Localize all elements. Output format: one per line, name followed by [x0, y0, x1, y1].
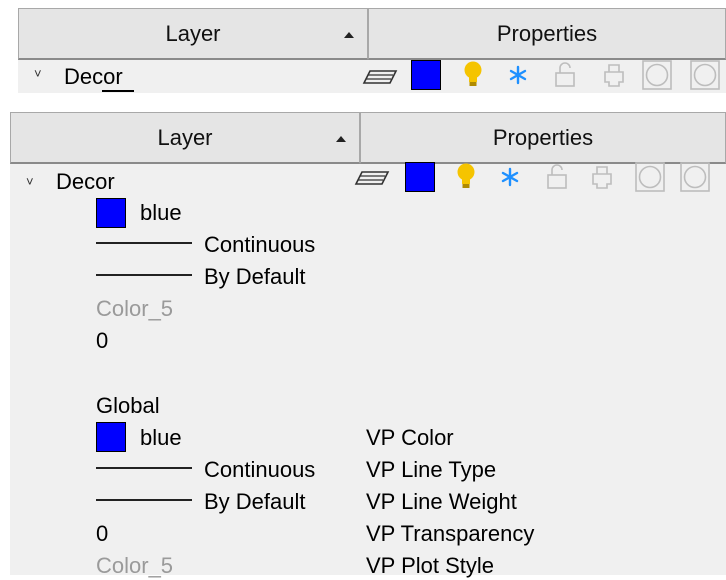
layer-detail-panel: Layer Properties ˅ Decor blue Continuous…: [10, 112, 726, 578]
layer-column-header[interactable]: Layer: [18, 8, 368, 60]
properties-header-label: Properties: [492, 124, 594, 150]
lineweight-value[interactable]: By Default: [204, 263, 306, 291]
vp-transparency-label: VP Transparency: [366, 521, 535, 546]
color-name[interactable]: blue: [140, 199, 182, 227]
lock-icon[interactable]: [554, 62, 576, 88]
global-linetype-value[interactable]: Continuous: [204, 456, 315, 484]
sort-ascending-icon: [336, 136, 346, 142]
layer-name[interactable]: Decor: [64, 63, 123, 91]
vp-freeze-icon[interactable]: [680, 162, 710, 192]
layer-column-header[interactable]: Layer: [10, 112, 360, 164]
freeze-snowflake-icon[interactable]: [500, 167, 520, 187]
sort-ascending-icon: [344, 32, 354, 38]
properties-column-header[interactable]: Properties: [368, 8, 726, 60]
lightbulb-icon[interactable]: [455, 162, 477, 192]
layer-plane-icon: [362, 70, 398, 84]
collapse-chevron-icon[interactable]: ˅: [26, 174, 34, 189]
plot-icon[interactable]: [602, 62, 626, 88]
lightbulb-icon[interactable]: [462, 60, 484, 90]
vp-linetype-label: VP Line Type: [366, 457, 497, 482]
layer-plane-icon: [354, 171, 390, 185]
new-vp-freeze-icon[interactable]: [635, 162, 665, 192]
layer-header-label: Layer: [157, 124, 213, 150]
linetype-value[interactable]: Continuous: [204, 231, 315, 259]
transparency-value[interactable]: 0: [96, 327, 108, 355]
text-cursor: [102, 90, 134, 92]
global-transparency-value[interactable]: 0: [96, 520, 108, 548]
lineweight-sample: [96, 274, 192, 276]
layer-name[interactable]: Decor: [56, 168, 115, 196]
properties-header-label: Properties: [496, 20, 598, 46]
color-swatch[interactable]: [96, 198, 126, 228]
global-plot-style-value: Color_5: [96, 553, 174, 578]
freeze-snowflake-icon[interactable]: [508, 65, 528, 85]
vp-plot-style-label: VP Plot Style: [366, 553, 494, 578]
properties-column-header[interactable]: Properties: [360, 112, 726, 164]
global-lineweight-sample: [96, 499, 192, 501]
linetype-sample: [96, 242, 192, 244]
color-swatch-icon[interactable]: [405, 162, 435, 192]
layer-header-label: Layer: [165, 20, 221, 46]
lock-icon[interactable]: [546, 164, 568, 190]
global-heading: Global: [96, 393, 160, 418]
global-color-name[interactable]: blue: [140, 424, 182, 452]
top-layer-panel: Layer Properties ˅ Decor: [18, 8, 726, 93]
vp-freeze-icon[interactable]: [690, 60, 720, 90]
global-linetype-sample: [96, 467, 192, 469]
vp-color-label: VP Color: [366, 425, 454, 450]
new-vp-freeze-icon[interactable]: [642, 60, 672, 90]
collapse-chevron-icon[interactable]: ˅: [34, 66, 42, 81]
vp-lineweight-label: VP Line Weight: [366, 489, 517, 514]
plot-icon[interactable]: [590, 164, 614, 190]
plot-style-value: Color_5: [96, 296, 174, 321]
global-lineweight-value[interactable]: By Default: [204, 488, 306, 516]
global-color-swatch[interactable]: [96, 422, 126, 452]
color-swatch-icon[interactable]: [411, 60, 441, 90]
